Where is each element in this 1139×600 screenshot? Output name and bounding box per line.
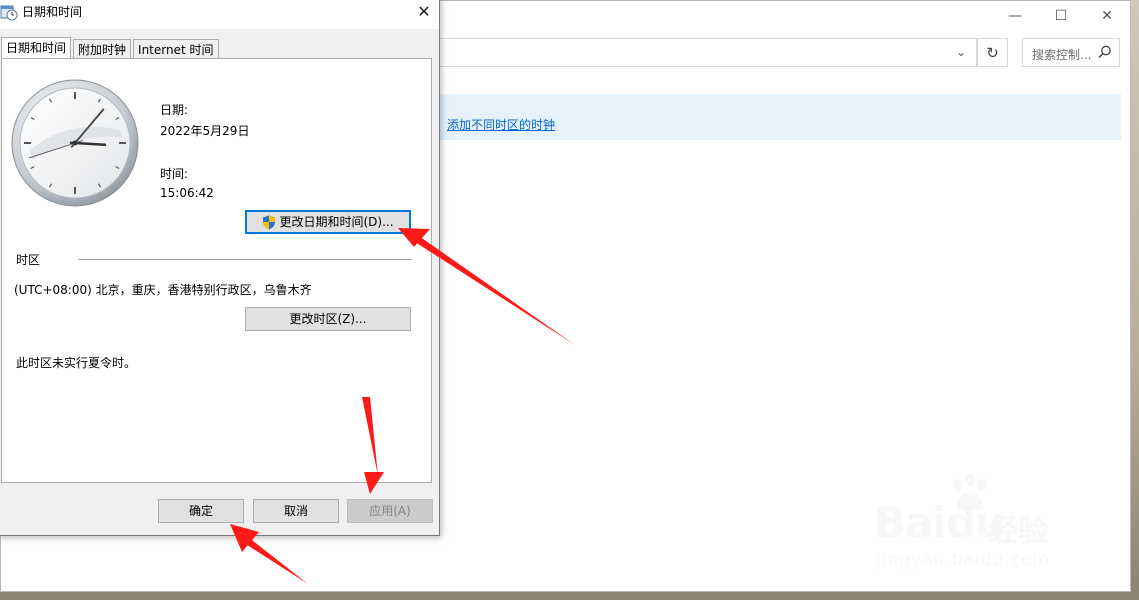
change-date-time-label: 更改日期和时间(D)... bbox=[279, 215, 394, 229]
timezone-divider bbox=[78, 259, 412, 260]
tab-internet-time[interactable]: Internet 时间 bbox=[133, 39, 219, 59]
dialog-close-icon[interactable]: ✕ bbox=[409, 0, 439, 25]
change-date-time-button[interactable]: 更改日期和时间(D)... bbox=[245, 210, 411, 234]
refresh-icon[interactable]: ↻ bbox=[977, 38, 1008, 67]
date-value: 2022年5月29日 bbox=[160, 124, 250, 138]
time-label: 时间: bbox=[160, 167, 189, 181]
date-label: 日期: bbox=[160, 103, 189, 117]
chevron-down-icon[interactable]: ⌄ bbox=[956, 45, 966, 59]
uac-shield-icon bbox=[263, 215, 276, 229]
timezone-value: (UTC+08:00) 北京，重庆，香港特别行政区，乌鲁木齐 bbox=[14, 283, 312, 297]
close-icon[interactable]: ✕ bbox=[1084, 1, 1130, 31]
address-bar[interactable]: ⌄ bbox=[439, 38, 977, 67]
dialog-tabs: 日期和时间 附加时钟 Internet 时间 bbox=[1, 37, 221, 59]
ok-button[interactable]: 确定 bbox=[158, 499, 244, 523]
tab-additional-clocks[interactable]: 附加时钟 bbox=[73, 39, 132, 59]
search-placeholder: 搜索控制... bbox=[1032, 48, 1092, 62]
tab-date-time[interactable]: 日期和时间 bbox=[1, 37, 72, 59]
clock-calendar-icon bbox=[0, 5, 18, 21]
dst-note: 此时区未实行夏令时。 bbox=[16, 356, 137, 370]
dialog-title: 日期和时间 bbox=[22, 5, 83, 19]
search-input[interactable]: 搜索控制... bbox=[1022, 38, 1120, 67]
add-clock-link[interactable]: 添加不同时区的时钟 bbox=[447, 116, 555, 133]
maximize-icon[interactable]: ☐ bbox=[1038, 1, 1084, 31]
apply-button[interactable]: 应用(A) bbox=[347, 499, 433, 523]
window-caption-buttons: — ☐ ✕ bbox=[992, 1, 1130, 31]
analog-clock bbox=[11, 79, 139, 207]
search-icon[interactable] bbox=[1097, 44, 1113, 60]
timezone-heading: 时区 bbox=[16, 253, 41, 267]
change-timezone-button[interactable]: 更改时区(Z)... bbox=[245, 307, 411, 331]
task-band: 添加不同时区的时钟 bbox=[439, 94, 1121, 140]
date-time-dialog: 日期和时间 ✕ 日期和时间 附加时钟 Internet 时间 日期: 2022年… bbox=[0, 0, 440, 536]
minimize-icon[interactable]: — bbox=[992, 1, 1038, 31]
cancel-button[interactable]: 取消 bbox=[253, 499, 339, 523]
dialog-titlebar: 日期和时间 ✕ bbox=[0, 0, 439, 29]
date-time-panel: 日期: 2022年5月29日 时间: 15:06:42 更改日期和时间(D)..… bbox=[1, 58, 432, 483]
time-value: 15:06:42 bbox=[160, 186, 214, 200]
